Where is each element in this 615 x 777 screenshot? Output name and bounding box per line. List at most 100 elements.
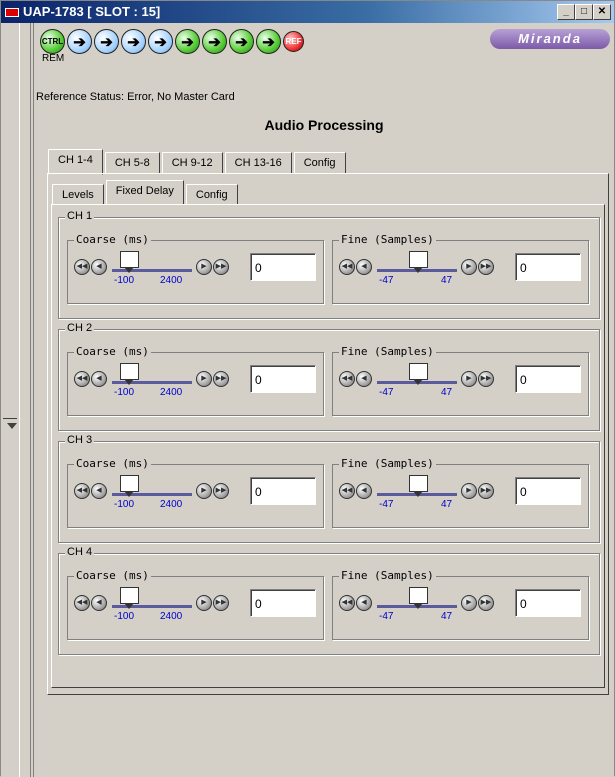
channel-group: CH 4 Coarse (ms) ◀◀ ◀ -100 2400 ▶ ▶▶ 0 F… bbox=[58, 546, 600, 655]
fine-max-label: 47 bbox=[441, 499, 453, 510]
coarse-decrease-icon[interactable]: ◀ bbox=[91, 483, 107, 499]
arrow-status-icon[interactable]: ➔ bbox=[202, 29, 227, 54]
subtab-fixed-delay[interactable]: Fixed Delay bbox=[105, 180, 184, 205]
fine-increase-icon[interactable]: ▶ bbox=[461, 259, 477, 275]
arrow-status-icon[interactable]: ➔ bbox=[256, 29, 281, 54]
coarse-decrease-icon[interactable]: ◀ bbox=[91, 259, 107, 275]
coarse-increase-icon[interactable]: ▶ bbox=[196, 371, 212, 387]
fine-value-input[interactable]: 0 bbox=[515, 253, 581, 281]
coarse-value-input[interactable]: 0 bbox=[250, 365, 316, 393]
fine-increase-icon[interactable]: ▶ bbox=[461, 483, 477, 499]
close-button[interactable]: ✕ bbox=[593, 4, 611, 20]
brand-logo: Miranda bbox=[490, 29, 610, 49]
tab-config[interactable]: Config bbox=[293, 152, 346, 174]
fine-fast-increase-icon[interactable]: ▶▶ bbox=[478, 259, 494, 275]
coarse-value-input[interactable]: 0 bbox=[250, 477, 316, 505]
coarse-increase-icon[interactable]: ▶ bbox=[196, 595, 212, 611]
fine-decrease-icon[interactable]: ◀ bbox=[356, 595, 372, 611]
fine-slider-thumb[interactable] bbox=[409, 587, 428, 609]
channel-tabs: CH 1-4 CH 5-8 CH 9-12 CH 13-16 Config bbox=[48, 149, 348, 175]
fine-min-label: -47 bbox=[379, 611, 394, 622]
coarse-decrease-icon[interactable]: ◀ bbox=[91, 595, 107, 611]
divider-line bbox=[3, 418, 17, 419]
coarse-decrease-icon[interactable]: ◀ bbox=[91, 371, 107, 387]
arrow-status-icon[interactable]: ➔ bbox=[175, 29, 200, 54]
fine-value-input[interactable]: 0 bbox=[515, 477, 581, 505]
status-icons: CTRL ➔ ➔ ➔ ➔ ➔ ➔ ➔ ➔ REF bbox=[40, 29, 304, 61]
coarse-fast-decrease-icon[interactable]: ◀◀ bbox=[74, 483, 90, 499]
fine-fast-decrease-icon[interactable]: ◀◀ bbox=[339, 259, 355, 275]
fine-decrease-icon[interactable]: ◀ bbox=[356, 483, 372, 499]
fine-fast-decrease-icon[interactable]: ◀◀ bbox=[339, 483, 355, 499]
fine-fast-decrease-icon[interactable]: ◀◀ bbox=[339, 595, 355, 611]
coarse-increase-icon[interactable]: ▶ bbox=[196, 259, 212, 275]
coarse-fast-increase-icon[interactable]: ▶▶ bbox=[213, 259, 229, 275]
arrow-status-icon[interactable]: ➔ bbox=[67, 29, 92, 54]
fine-decrease-icon[interactable]: ◀ bbox=[356, 259, 372, 275]
fixed-delay-panel: CH 1 Coarse (ms) ◀◀ ◀ -100 2400 ▶ ▶▶ 0 F… bbox=[51, 204, 605, 688]
device-window: UAP-1783 [ SLOT : 15] _ □ ✕ CTRL ➔ ➔ ➔ ➔… bbox=[0, 0, 615, 777]
fine-min-label: -47 bbox=[379, 387, 394, 398]
fine-max-label: 47 bbox=[441, 275, 453, 286]
coarse-max-label: 2400 bbox=[160, 387, 183, 398]
fine-label: Fine (Samples) bbox=[339, 345, 436, 358]
channel-group: CH 3 Coarse (ms) ◀◀ ◀ -100 2400 ▶ ▶▶ 0 F… bbox=[58, 434, 600, 543]
coarse-min-label: -100 bbox=[114, 387, 135, 398]
subtab-config[interactable]: Config bbox=[185, 184, 238, 205]
collapse-arrow-icon[interactable] bbox=[7, 423, 17, 429]
maximize-button[interactable]: □ bbox=[575, 4, 593, 20]
coarse-fast-decrease-icon[interactable]: ◀◀ bbox=[74, 259, 90, 275]
tab-ch-1-4[interactable]: CH 1-4 bbox=[48, 149, 103, 175]
coarse-fast-increase-icon[interactable]: ▶▶ bbox=[213, 595, 229, 611]
coarse-label: Coarse (ms) bbox=[74, 233, 151, 246]
subtab-levels[interactable]: Levels bbox=[52, 184, 104, 205]
ref-status-icon[interactable]: REF bbox=[283, 31, 304, 52]
fine-fast-increase-icon[interactable]: ▶▶ bbox=[478, 483, 494, 499]
arrow-status-icon[interactable]: ➔ bbox=[148, 29, 173, 54]
splitter[interactable] bbox=[19, 23, 31, 777]
fine-decrease-icon[interactable]: ◀ bbox=[356, 371, 372, 387]
coarse-fast-increase-icon[interactable]: ▶▶ bbox=[213, 371, 229, 387]
tab-ch-9-12[interactable]: CH 9-12 bbox=[161, 152, 223, 174]
fine-fast-increase-icon[interactable]: ▶▶ bbox=[478, 371, 494, 387]
title-bar[interactable]: UAP-1783 [ SLOT : 15] _ □ ✕ bbox=[1, 1, 614, 23]
header-bar: CTRL ➔ ➔ ➔ ➔ ➔ ➔ ➔ ➔ REF REM Miranda bbox=[34, 23, 614, 91]
minimize-button[interactable]: _ bbox=[557, 4, 575, 20]
fine-value-input[interactable]: 0 bbox=[515, 589, 581, 617]
coarse-slider-thumb[interactable] bbox=[120, 587, 139, 609]
coarse-fast-decrease-icon[interactable]: ◀◀ bbox=[74, 595, 90, 611]
fine-fast-increase-icon[interactable]: ▶▶ bbox=[478, 595, 494, 611]
fine-value-input[interactable]: 0 bbox=[515, 365, 581, 393]
fine-fast-decrease-icon[interactable]: ◀◀ bbox=[339, 371, 355, 387]
coarse-min-label: -100 bbox=[114, 611, 135, 622]
fine-slider-thumb[interactable] bbox=[409, 251, 428, 273]
fine-slider-thumb[interactable] bbox=[409, 363, 428, 385]
fine-increase-icon[interactable]: ▶ bbox=[461, 371, 477, 387]
arrow-status-icon[interactable]: ➔ bbox=[121, 29, 146, 54]
panel-title: Audio Processing bbox=[264, 117, 384, 133]
coarse-fast-increase-icon[interactable]: ▶▶ bbox=[213, 483, 229, 499]
coarse-value-input[interactable]: 0 bbox=[250, 589, 316, 617]
arrow-status-icon[interactable]: ➔ bbox=[229, 29, 254, 54]
app-icon bbox=[5, 8, 19, 17]
ctrl-status-icon[interactable]: CTRL bbox=[40, 29, 65, 54]
tab-ch-13-16[interactable]: CH 13-16 bbox=[224, 152, 292, 174]
tab-ch-5-8[interactable]: CH 5-8 bbox=[104, 152, 160, 174]
coarse-increase-icon[interactable]: ▶ bbox=[196, 483, 212, 499]
coarse-group: Coarse (ms) ◀◀ ◀ -100 2400 ▶ ▶▶ 0 bbox=[67, 457, 324, 528]
reference-status: Reference Status: Error, No Master Card bbox=[36, 91, 235, 103]
coarse-value-input[interactable]: 0 bbox=[250, 253, 316, 281]
side-panel bbox=[1, 23, 34, 777]
fine-increase-icon[interactable]: ▶ bbox=[461, 595, 477, 611]
coarse-fast-decrease-icon[interactable]: ◀◀ bbox=[74, 371, 90, 387]
fine-slider-thumb[interactable] bbox=[409, 475, 428, 497]
coarse-slider-thumb[interactable] bbox=[120, 475, 139, 497]
tab-panel: Levels Fixed Delay Config CH 1 Coarse (m… bbox=[47, 173, 609, 695]
coarse-label: Coarse (ms) bbox=[74, 457, 151, 470]
fine-label: Fine (Samples) bbox=[339, 457, 436, 470]
window-title: UAP-1783 [ SLOT : 15] bbox=[23, 4, 161, 19]
arrow-status-icon[interactable]: ➔ bbox=[94, 29, 119, 54]
coarse-max-label: 2400 bbox=[160, 611, 183, 622]
coarse-slider-thumb[interactable] bbox=[120, 251, 139, 273]
coarse-slider-thumb[interactable] bbox=[120, 363, 139, 385]
